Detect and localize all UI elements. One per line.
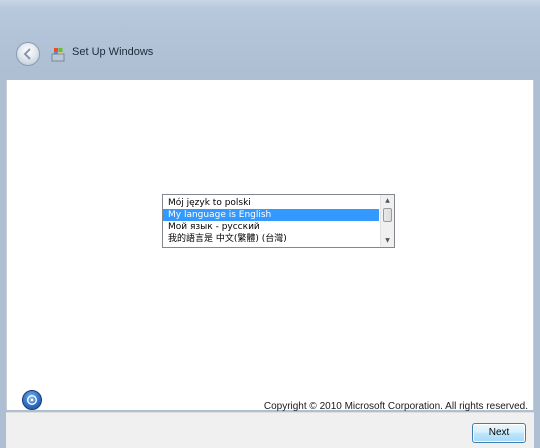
back-arrow-icon[interactable] (16, 42, 40, 66)
language-listbox[interactable]: Mój język to polski My language is Engli… (162, 194, 395, 248)
language-list: Mój język to polski My language is Engli… (163, 195, 379, 247)
scroll-thumb[interactable] (383, 208, 392, 222)
button-bar: Next (6, 412, 534, 448)
listbox-scrollbar[interactable]: ▲ ▼ (380, 195, 394, 247)
title-bar: Set Up Windows (6, 8, 534, 78)
language-option-polish[interactable]: Mój język to polski (163, 197, 379, 209)
scroll-up-icon[interactable]: ▲ (381, 195, 394, 207)
setup-window: Set Up Windows Mój język to polski My la… (0, 0, 540, 448)
language-option-chinese-traditional[interactable]: 我的語言是 中文(繁體) (台灣) (163, 233, 379, 245)
language-option-russian[interactable]: Мой язык - русский (163, 221, 379, 233)
setup-windows-icon (51, 48, 65, 62)
language-option-english[interactable]: My language is English (163, 209, 379, 221)
back-arrow-glyph (23, 48, 31, 60)
scroll-down-icon[interactable]: ▼ (381, 235, 394, 247)
copyright-text: Copyright © 2010 Microsoft Corporation. … (263, 401, 528, 412)
next-button[interactable]: Next (472, 423, 526, 443)
ease-of-access-icon[interactable] (22, 390, 42, 410)
content-area: Mój język to polski My language is Engli… (6, 80, 534, 410)
ease-of-access-glyph (27, 395, 37, 405)
window-title: Set Up Windows (72, 46, 154, 58)
